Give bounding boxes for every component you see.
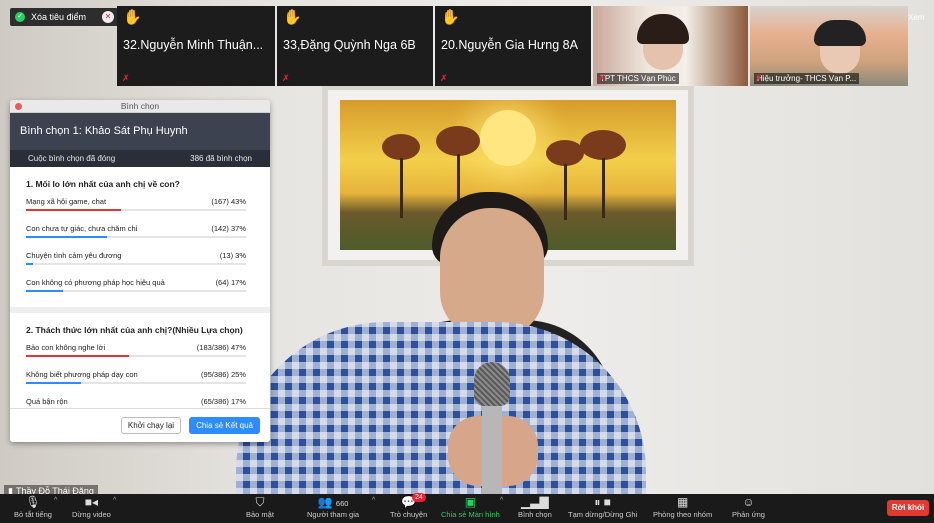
poll-option-bar-fill — [26, 290, 64, 292]
shield-icon: ⛉ — [255, 495, 265, 509]
poll-question-title: 2. Thách thức lớn nhất của anh chị?(Nhiề… — [26, 325, 243, 335]
microphone — [474, 362, 510, 406]
poll-window: Bình chọn Bình chọn 1: Khảo Sát Phụ Huyn… — [10, 100, 270, 442]
poll-option-count: (167) 43% — [211, 197, 246, 206]
poll-titlebar[interactable]: Bình chọn — [10, 100, 270, 113]
leave-meeting-button[interactable]: Rời khỏi — [887, 500, 929, 516]
participant-tile-2[interactable]: ✋ 33,Đặng Quỳnh Nga 6B ✗ — [277, 6, 433, 86]
muted-mic-icon: 🎙 — [25, 495, 41, 509]
participant-name: 33,Đặng Quỳnh Nga 6B — [283, 38, 416, 52]
raised-hand-icon: ✋ — [123, 9, 142, 26]
poll-title: Bình chọn 1: Khảo Sát Phụ Huynh — [10, 113, 270, 150]
poll-option-bar-track — [26, 263, 246, 265]
chevron-up-icon[interactable]: ^ — [113, 497, 116, 504]
poll-status: Cuộc bình chọn đã đóng — [28, 154, 116, 163]
pause-stop-recording-button[interactable]: ⏸ ■ Tạm dừng/Dừng Ghi — [568, 494, 637, 523]
poll-option-label: Bảo con không nghe lời — [26, 343, 106, 352]
poll-option-label: Con không có phương pháp học hiệu quả — [26, 278, 165, 287]
participant-name: 20.Nguyễn Gia Hưng 8A — [441, 38, 578, 52]
poll-option: Bảo con không nghe lời (183/386) 47% — [26, 341, 260, 368]
poll-option-count: (13) 3% — [219, 251, 246, 260]
chevron-up-icon[interactable]: ^ — [54, 497, 57, 504]
poll-option-label: Quá bận rộn — [26, 397, 68, 406]
participant-video-tile-1[interactable]: TPT THCS Vạn Phúc ✗ — [593, 6, 748, 86]
share-screen-icon: ▣ — [464, 495, 477, 509]
poll-option: Con chưa tự giác, chưa chăm chỉ (142) 37% — [26, 222, 260, 249]
zoom-meeting-window: ▮ Thầy Đỗ Thái Đăng ✓ Xóa tiêu điểm ✕ ✋ … — [0, 0, 934, 523]
poll-option-count: (183/386) 47% — [196, 343, 246, 352]
chevron-up-icon[interactable]: ^ — [500, 497, 503, 504]
poll-window-title: Bình chọn — [120, 101, 160, 111]
chat-button[interactable]: 💬 24 Trò chuyện — [390, 493, 427, 523]
reactions-button[interactable]: ☺ Phản ứng — [732, 494, 765, 523]
poll-option-bar-track — [26, 382, 246, 384]
close-window-icon[interactable] — [15, 103, 22, 110]
muted-mic-icon: ✗ — [122, 73, 130, 83]
poll-option: Mạng xã hội game, chat (167) 43% — [26, 195, 260, 222]
poll-option: Con không có phương pháp học hiệu quả (64… — [26, 276, 260, 303]
poll-option-label: Chuyện tình cảm yêu đương — [26, 251, 122, 260]
participant-name: Hiệu trưởng- THCS Vạn P... — [754, 73, 860, 84]
poll-status-bar: Cuộc bình chọn đã đóng 386 đã bình chọn — [10, 150, 270, 167]
poll-option-label: Mạng xã hội game, chat — [26, 197, 107, 206]
raised-hand-icon: ✋ — [441, 9, 460, 26]
poll-option-label: Không biết phương pháp dạy con — [26, 370, 138, 379]
polls-button[interactable]: ▁▃▇ Bình chọn — [518, 494, 552, 523]
smiley-icon: ☺ — [742, 495, 755, 509]
participant-strip: ✓ Xóa tiêu điểm ✕ ✋ 32.Nguyễn Minh Thuận… — [0, 0, 934, 86]
poll-footer: Khởi chạy lại Chia sẻ Kết quả — [10, 408, 270, 442]
stop-video-button[interactable]: ■◂ Dừng video — [72, 494, 111, 523]
poll-option-count: (95/386) 25% — [200, 370, 246, 379]
poll-option-count: (65/386) 17% — [200, 397, 246, 406]
breakout-rooms-icon: ▦ — [676, 495, 689, 509]
remove-spotlight-close-icon[interactable]: ✕ — [102, 11, 114, 23]
view-button[interactable]: Xem — [908, 13, 924, 22]
poll-option-bar-track — [26, 290, 246, 292]
poll-option-bar-fill — [26, 355, 130, 357]
shield-check-icon: ✓ — [15, 12, 25, 22]
muted-mic-icon: ✗ — [755, 73, 763, 83]
poll-option-bar-fill — [26, 209, 121, 211]
participants-icon: 👥 660 — [317, 495, 349, 509]
participant-name: TPT THCS Vạn Phúc — [597, 73, 679, 84]
video-camera-icon: ■◂ — [84, 495, 99, 509]
poll-option: Không biết phương pháp dạy con (95/386) 2… — [26, 368, 260, 395]
poll-option: Chuyện tình cảm yêu đương (13) 3% — [26, 249, 260, 276]
muted-mic-icon: ✗ — [282, 73, 290, 83]
poll-results: 1. Mối lo lớn nhất của anh chị về con? Mạ… — [10, 179, 270, 422]
poll-option-bar-track — [26, 209, 246, 211]
poll-option-bar-track — [26, 355, 246, 357]
remove-spotlight-label[interactable]: Xóa tiêu điểm — [31, 12, 86, 22]
chevron-up-icon[interactable]: ^ — [372, 497, 375, 504]
muted-mic-icon: ✗ — [598, 73, 606, 83]
participant-video-tile-2[interactable]: Hiệu trưởng- THCS Vạn P... ✗ — [750, 6, 908, 86]
poll-question-title: 1. Mối lo lớn nhất của anh chị về con? — [26, 179, 180, 189]
poll-section-divider — [10, 307, 270, 313]
poll-option-count: (64) 17% — [215, 278, 246, 287]
poll-option-bar-fill — [26, 263, 33, 265]
meeting-toolbar: 🎙 Bỏ tắt tiếng ^ ■◂ Dừng video ^ ⛉ Bảo m… — [0, 493, 934, 523]
relaunch-poll-button[interactable]: Khởi chạy lại — [120, 417, 182, 434]
poll-option-count: (142) 37% — [211, 224, 246, 233]
participants-count: 660 — [335, 499, 349, 508]
poll-option-bar-fill — [26, 382, 81, 384]
bar-chart-icon: ▁▃▇ — [521, 495, 549, 509]
participant-tile-1[interactable]: ✋ 32.Nguyễn Minh Thuận... ✗ — [117, 6, 275, 86]
chat-unread-badge: 24 — [412, 493, 426, 502]
participant-name: 32.Nguyễn Minh Thuận... — [123, 38, 264, 52]
poll-vote-count: 386 đã bình chọn — [190, 154, 252, 163]
security-button[interactable]: ⛉ Bảo mật — [246, 494, 274, 523]
poll-option-label: Con chưa tự giác, chưa chăm chỉ — [26, 224, 138, 233]
participants-button[interactable]: 👥 660 Người tham gia — [307, 494, 359, 523]
breakout-rooms-button[interactable]: ▦ Phòng theo nhóm — [653, 494, 712, 523]
share-results-button[interactable]: Chia sẻ Kết quả — [189, 417, 260, 434]
participant-tile-3[interactable]: ✋ 20.Nguyễn Gia Hưng 8A ✗ — [435, 6, 591, 86]
raised-hand-icon: ✋ — [283, 9, 302, 26]
muted-mic-icon: ✗ — [440, 73, 448, 83]
mute-button[interactable]: 🎙 Bỏ tắt tiếng — [14, 494, 52, 523]
poll-option-bar-fill — [26, 236, 108, 238]
pause-stop-icon: ⏸ ■ — [594, 495, 611, 509]
poll-option-bar-track — [26, 236, 246, 238]
share-screen-button[interactable]: ▣ Chia sẻ Màn hình — [441, 494, 500, 523]
